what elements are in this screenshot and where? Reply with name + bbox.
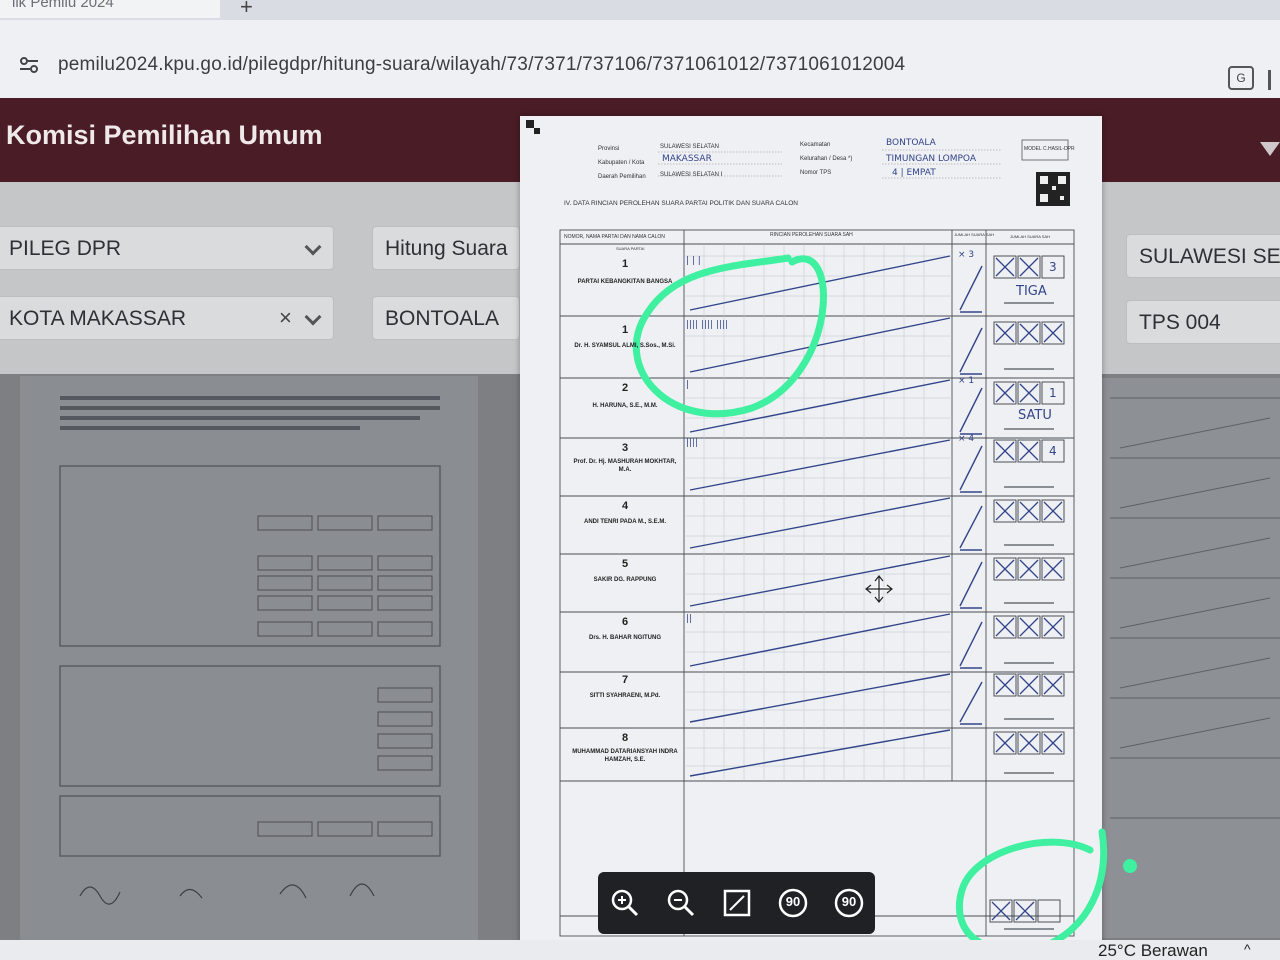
city-value: KOTA MAKASSAR (9, 307, 186, 330)
view-value: Hitung Suara (385, 237, 508, 260)
candidate-number: 5 (621, 558, 629, 570)
tally-candidate: |||| (686, 438, 699, 448)
new-tab-button[interactable]: + (240, 0, 253, 20)
os-taskbar (0, 940, 1280, 960)
address-bar: pemilu2024.kpu.go.id/pilegdpr/hitung-sua… (0, 20, 1280, 98)
digit-box-value: 4 (1049, 444, 1057, 458)
province-value: SULAWESI SELA (1139, 245, 1280, 268)
candidate-name: H. HARUNA, S.E., M.M. (592, 403, 658, 409)
value-province: SULAWESI SELATAN (660, 144, 719, 150)
label-city: Kabupaten / Kota (598, 160, 645, 166)
candidate-name: Prof. Dr. Hj. MASHURAH MOKHTAR, M.A. (573, 459, 677, 473)
label-province: Provinsi (598, 146, 620, 152)
value-village: TIMUNGAN LOMPOA (886, 154, 977, 164)
subtotal-mark: × 1 (958, 376, 975, 386)
site-title: Komisi Pemilihan Umum (6, 120, 323, 150)
tray-chevron-icon[interactable]: ^ (1244, 941, 1251, 957)
value-subdistrict: BONTOALA (886, 138, 936, 148)
translate-icon[interactable]: G (1228, 66, 1254, 90)
subtotal-mark: × 4 (958, 434, 975, 444)
clear-icon[interactable]: × (279, 305, 292, 331)
tally-party: | | | (686, 256, 701, 266)
col-header-sum: JUMLAH SUARA SAH (954, 232, 995, 237)
weather-status[interactable]: 25°C Berawan (1098, 941, 1208, 960)
candidate-name: MUHAMMAD DATARIANSYAH INDRA HAMZAH, S.E. (572, 749, 678, 763)
blurred-form-image (59, 396, 441, 905)
label-subdistrict: Kecamatan (800, 142, 831, 148)
candidate-number: 7 (621, 674, 629, 686)
digit-box-value: 3 (1049, 260, 1057, 274)
value-city: MAKASSAR (662, 154, 712, 164)
province-select[interactable]: SULAWESI SELA (1126, 234, 1280, 278)
move-cursor-icon (865, 575, 893, 603)
label-village: Kelurahan / Desa *) (800, 156, 853, 162)
zoom-in-icon[interactable] (608, 886, 642, 920)
tab-close-icon[interactable]: × (188, 0, 199, 7)
candidate-name: ANDI TENRI PADA M., S.E.M. (583, 519, 666, 525)
party-name: PARTAI KEBANGKITAN BANGSA (577, 279, 673, 285)
tab-strip: lik Pemilu 2024 × + (0, 0, 1280, 20)
view-select[interactable]: Hitung Suara (372, 226, 520, 270)
rotate-left-label: 90 (785, 894, 801, 909)
tps-value: TPS 004 (1139, 311, 1221, 334)
candidate-number: 6 (621, 616, 629, 628)
candidate-name: SAKIR DG. RAPPUNG (593, 577, 657, 583)
chevron-down-icon (304, 238, 322, 256)
candidate-number: 3 (621, 442, 629, 454)
candidate-number: 2 (621, 382, 629, 394)
tally-candidate: | (686, 380, 690, 390)
party-vote-label: SUARA PARTAI (616, 246, 645, 251)
section-title: IV. DATA RINCIAN PEROLEHAN SUARA PARTAI … (564, 200, 798, 207)
subtotal-mark: × 3 (958, 250, 975, 260)
rotate-right-icon[interactable]: 90 (832, 886, 866, 920)
form-code: MODEL C.HASIL-DPR (1024, 146, 1075, 152)
tab-title: lik Pemilu 2024 (12, 0, 114, 11)
city-select[interactable]: KOTA MAKASSAR × (0, 296, 334, 340)
candidate-number: 8 (621, 732, 629, 744)
digit-box-value: 1 (1049, 386, 1057, 400)
annotation-circle (955, 828, 1137, 955)
tally-candidate: || (686, 614, 693, 624)
candidate-name: SITTI SYAHRAENI, M.Pd. (589, 693, 661, 699)
background-document-left (20, 376, 478, 960)
district-value: BONTOALA (385, 307, 499, 330)
election-type-select[interactable]: PILEG DPR (0, 226, 334, 270)
tally-candidate: |||| |||| |||| (686, 320, 729, 330)
col-header-total: JUMLAH SUARA SAH (1010, 234, 1051, 239)
party-number: 1 (621, 258, 629, 270)
party-total-word: TIGA (1016, 284, 1047, 299)
image-viewer-toolbar: 90 90 (598, 872, 875, 934)
label-electoral-district: Daerah Pemilihan (598, 174, 646, 180)
candidate-number: 4 (621, 500, 629, 512)
candidate-number: 1 (621, 324, 629, 336)
zoom-out-icon[interactable] (664, 886, 698, 920)
filter-icon[interactable] (1260, 142, 1280, 156)
col-header-name: NOMOR, NAMA PARTAI DAN NAMA CALON (564, 234, 665, 240)
url-text[interactable]: pemilu2024.kpu.go.id/pilegdpr/hitung-sua… (58, 54, 905, 76)
candidate-total-word: SATU (1018, 408, 1052, 423)
chevron-down-icon (304, 308, 322, 326)
site-settings-icon[interactable] (18, 54, 40, 76)
col-header-votes: RINCIAN PEROLEHAN SUARA SAH (770, 232, 853, 238)
district-select[interactable]: BONTOALA (372, 296, 520, 340)
browser-menu-icon[interactable] (1268, 70, 1278, 90)
value-tps-number: 4 | EMPAT (892, 168, 936, 178)
candidate-name: Dr. H. SYAMSUL ALMI, S.Sos., M.Si. (574, 343, 676, 349)
candidate-name: Drs. H. BAHAR NGITUNG (588, 635, 661, 641)
value-electoral-district: SULAWESI SELATAN I (660, 172, 723, 178)
rotate-left-icon[interactable]: 90 (776, 886, 810, 920)
election-type-value: PILEG DPR (9, 237, 122, 260)
tps-select[interactable]: TPS 004 (1126, 300, 1280, 344)
browser-tab[interactable]: lik Pemilu 2024 × (0, 0, 220, 18)
fit-screen-icon[interactable] (720, 886, 754, 920)
rotate-right-label: 90 (841, 894, 857, 909)
label-tps-number: Nomor TPS (800, 170, 832, 176)
